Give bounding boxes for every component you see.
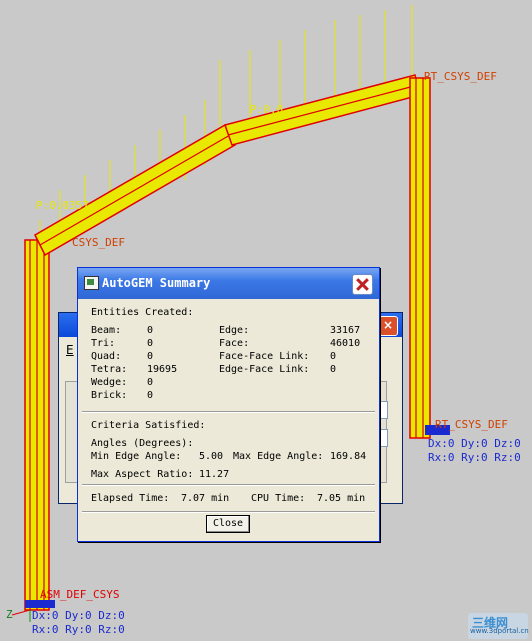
max-aspect-ratio-label: Max Aspect Ratio: — [91, 469, 194, 480]
beam-value: 0 — [147, 325, 154, 336]
background-dialog-label: E — [66, 343, 74, 357]
constraint-label-bottom-2: Rx:0 Ry:0 Rz:0 — [32, 623, 125, 636]
face-face-link-value: 0 — [330, 351, 337, 362]
beam-label: Beam: — [91, 325, 122, 336]
close-icon[interactable] — [352, 274, 373, 295]
dialog-titlebar[interactable]: AutoGEM Summary — [78, 268, 379, 299]
close-button[interactable]: Close — [206, 515, 250, 533]
face-face-link-label: Face-Face Link: — [219, 351, 310, 362]
dialog-title: AutoGEM Summary — [102, 276, 211, 290]
brick-label: Brick: — [91, 390, 128, 401]
edge-face-link-value: 0 — [330, 364, 337, 375]
cpu-time-label: CPU Time: — [251, 493, 306, 504]
constraint-label-right-2: Rx:0 Ry:0 Rz:0 — [428, 451, 521, 464]
csys-label-left: CSYS_DEF — [72, 236, 125, 249]
brick-value: 0 — [147, 390, 154, 401]
face-label: Face: — [219, 338, 250, 349]
constraint-label-bottom-1: Dx:0 Dy:0 Dz:0 — [32, 609, 125, 622]
tri-label: Tri: — [91, 338, 116, 349]
csys-label-right: RT_CSYS_DEF — [435, 418, 508, 431]
tri-value: 0 — [147, 338, 154, 349]
quad-value: 0 — [147, 351, 154, 362]
load-label-left: P:0.0357 — [36, 199, 89, 212]
edge-value: 33167 — [330, 325, 361, 336]
csys-label-bottom: ASM_DEF_CSYS — [40, 588, 120, 601]
max-edge-angle-value: 169.84 — [330, 451, 367, 462]
watermark-logo: 三维网 www.3dportal.cn — [468, 613, 529, 639]
elapsed-time-value: 7.07 min — [181, 493, 230, 504]
divider — [82, 411, 375, 413]
max-aspect-ratio-value: 11.27 — [199, 469, 230, 480]
min-edge-angle-value: 5.00 — [199, 451, 224, 462]
max-edge-angle-label: Max Edge Angle: — [233, 451, 324, 462]
tetra-label: Tetra: — [91, 364, 128, 375]
load-label-right: P:0.0 — [250, 103, 284, 116]
tetra-value: 19695 — [147, 364, 178, 375]
entities-header: Entities Created: — [91, 307, 194, 318]
elapsed-time-label: Elapsed Time: — [91, 493, 170, 504]
edge-face-link-label: Edge-Face Link: — [219, 364, 310, 375]
divider — [82, 484, 375, 486]
min-edge-angle-label: Min Edge Angle: — [91, 451, 182, 462]
dialog-app-icon — [84, 276, 99, 290]
csys-label-top-right: RT_CSYS_DEF — [424, 70, 497, 83]
criteria-header: Criteria Satisfied: — [91, 420, 206, 431]
axis-z-label: Z — [6, 608, 13, 621]
background-dialog-close-icon[interactable]: × — [378, 316, 398, 336]
divider — [82, 511, 375, 513]
angles-label: Angles (Degrees): — [91, 438, 194, 449]
cpu-time-value: 7.05 min — [317, 493, 366, 504]
face-value: 46010 — [330, 338, 361, 349]
autogem-summary-dialog: AutoGEM Summary Entities Created: Beam: … — [77, 267, 380, 542]
quad-label: Quad: — [91, 351, 122, 362]
wedge-value: 0 — [147, 377, 154, 388]
watermark-url: www.3dportal.cn — [470, 627, 529, 635]
wedge-label: Wedge: — [91, 377, 128, 388]
edge-label: Edge: — [219, 325, 250, 336]
constraint-label-right-1: Dx:0 Dy:0 Dz:0 — [428, 437, 521, 450]
dialog-body: Entities Created: Beam: 0 Tri: 0 Quad: 0… — [82, 299, 375, 537]
